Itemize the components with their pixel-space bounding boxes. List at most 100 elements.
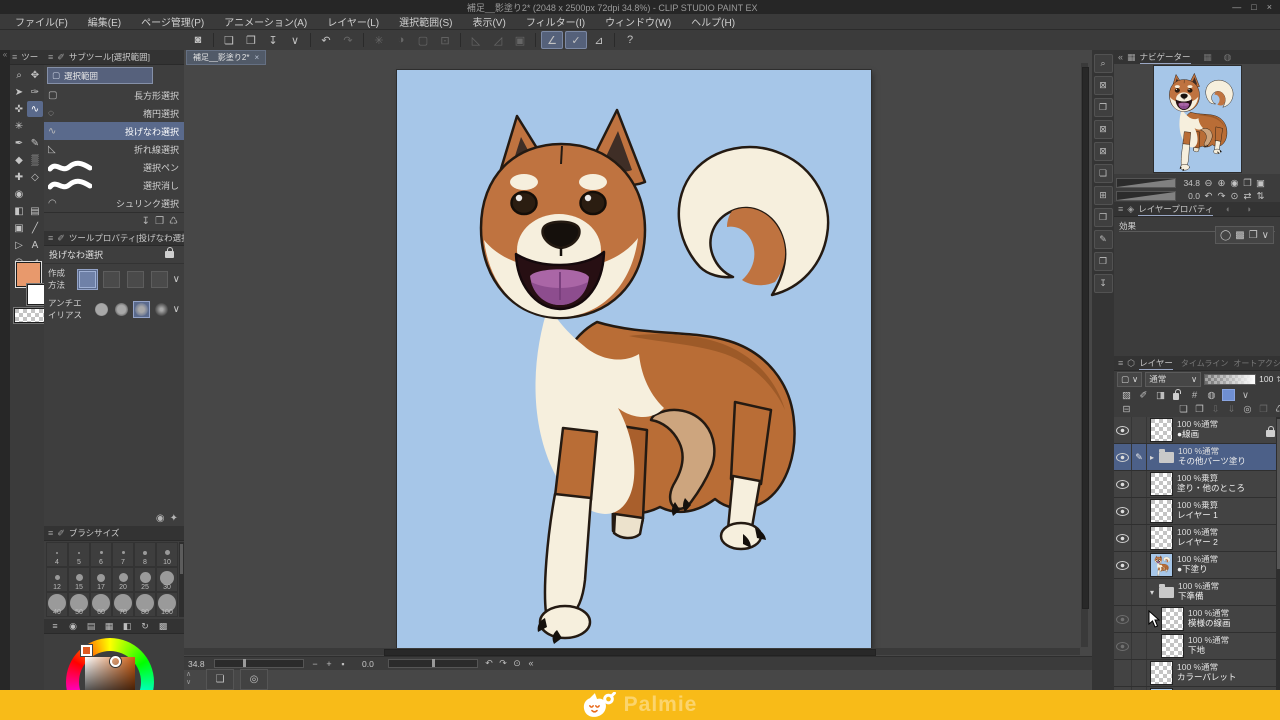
- color-slider-tab[interactable]: ▤: [84, 620, 98, 632]
- collapse-left-icon[interactable]: «: [3, 50, 7, 59]
- balloon-tool[interactable]: ▷: [11, 237, 27, 253]
- canvas-vscrollbar[interactable]: [1081, 63, 1088, 647]
- subtool-item-2[interactable]: ∿投げなわ選択: [44, 122, 184, 140]
- rotate-left-icon[interactable]: ↶: [482, 658, 496, 669]
- brush-size-60[interactable]: 60: [90, 592, 112, 617]
- palette-menu-icon[interactable]: ≡: [48, 620, 62, 632]
- redo-icon[interactable]: ↷: [338, 32, 358, 48]
- intermediate-color-tab[interactable]: ▩: [156, 620, 170, 632]
- tool-palette-tab[interactable]: ツー: [21, 51, 38, 63]
- close-button[interactable]: ×: [1267, 2, 1272, 12]
- document-tab[interactable]: 補足__影塗り2* ×: [186, 50, 266, 65]
- eyedropper-tool[interactable]: ✑: [27, 84, 43, 100]
- expand-arrow-icon[interactable]: ▾: [1150, 588, 1157, 597]
- layer-color-effect-icon[interactable]: ❐: [1249, 230, 1258, 241]
- navigator-thumbnail[interactable]: [1154, 66, 1241, 172]
- layer-visibility-toggle-7[interactable]: [1114, 606, 1132, 632]
- brush-tool[interactable]: ◆: [11, 152, 27, 168]
- brush-size-25[interactable]: 25: [134, 567, 156, 592]
- qa-duplicate-icon[interactable]: ❐: [1094, 252, 1113, 271]
- transfer-down-icon[interactable]: ⇩: [1209, 403, 1222, 415]
- snap-ruler-icon[interactable]: ∠: [541, 31, 563, 49]
- undo-icon[interactable]: ↶: [316, 32, 336, 48]
- layer-visibility-toggle-5[interactable]: [1114, 552, 1132, 578]
- subtool-item-0[interactable]: ▢長方形選択: [44, 86, 184, 104]
- dropdown-icon-0[interactable]: ∨: [173, 274, 180, 285]
- option-1-0[interactable]: [93, 301, 110, 318]
- brush-size-7[interactable]: 7: [112, 542, 134, 567]
- rotate-right-icon[interactable]: ↷: [496, 658, 510, 669]
- statusbar-edge-arrows[interactable]: ∧ ∨: [186, 671, 191, 686]
- layer-color-dd-icon[interactable]: ∨: [1239, 389, 1252, 401]
- clip-studio-icon[interactable]: ◙: [188, 32, 208, 48]
- deselect-icon[interactable]: ▢: [413, 32, 433, 48]
- nav-flip-v-icon[interactable]: ⇅: [1254, 190, 1267, 202]
- maximize-button[interactable]: □: [1251, 2, 1256, 12]
- edge-arrow-down[interactable]: ∨: [186, 679, 191, 687]
- layer-property-tab[interactable]: レイヤープロパティ: [1138, 203, 1213, 216]
- auto-select-tool[interactable]: ✳: [11, 118, 27, 134]
- new-folder-icon[interactable]: ❐: [1193, 403, 1206, 415]
- info-tab-icon[interactable]: ◍: [1221, 51, 1235, 63]
- rotate-reset-icon[interactable]: ⊙: [510, 658, 524, 669]
- clear-icon[interactable]: ✳: [369, 32, 389, 48]
- effect-dropdown-icon[interactable]: ∨: [1262, 230, 1269, 241]
- palette-color-dropdown[interactable]: ▢∨: [1117, 372, 1142, 387]
- clip-at-layer-icon[interactable]: ◨: [1154, 389, 1167, 401]
- zoom-tool[interactable]: ⌕: [11, 67, 27, 83]
- brush-size-70[interactable]: 70: [112, 592, 134, 617]
- layer-mask-icon[interactable]: ◎: [1241, 403, 1254, 415]
- subtool-menu-icon[interactable]: ≡: [48, 52, 53, 62]
- subview-tab-icon[interactable]: ▦: [1201, 51, 1215, 63]
- save-icon[interactable]: ↧: [263, 32, 283, 48]
- layer-color-chip-icon[interactable]: [1222, 389, 1235, 401]
- option-1-3[interactable]: [153, 301, 170, 318]
- layers-menu-icon[interactable]: ≡: [1118, 358, 1123, 368]
- navigator-collapse-icon[interactable]: «: [1118, 52, 1123, 62]
- opacity-stepper[interactable]: ⇅: [1276, 375, 1280, 384]
- figure-tool[interactable]: ╱: [27, 220, 43, 236]
- nav-zoom-out-icon[interactable]: ⊖: [1202, 177, 1215, 189]
- tool-palette-menu-icon[interactable]: ≡: [12, 52, 17, 62]
- nav-zoom-in-icon[interactable]: ⊕: [1215, 177, 1228, 189]
- opacity-slider[interactable]: [1204, 374, 1256, 385]
- layer-visibility-toggle-8[interactable]: [1114, 633, 1132, 659]
- subtool-item-5[interactable]: 選択消し: [44, 176, 184, 194]
- canvas-artwork[interactable]: [397, 70, 871, 648]
- snap-guide-icon[interactable]: ⊿: [589, 32, 609, 48]
- brush-size-4[interactable]: 4: [46, 542, 68, 567]
- subtool-group-tab[interactable]: ▢ 選択範囲: [47, 67, 153, 84]
- new-file-icon[interactable]: ❏: [219, 32, 239, 48]
- option-1-1[interactable]: [113, 301, 130, 318]
- menu-item-9[interactable]: ヘルプ(H): [682, 13, 744, 30]
- brush-size-80[interactable]: 80: [134, 592, 156, 617]
- new-layer-icon[interactable]: ❏: [1177, 403, 1190, 415]
- layer-row-3[interactable]: 100 %乗算レイヤー 1: [1114, 498, 1280, 525]
- qa-cut-icon[interactable]: ⊠: [1094, 120, 1113, 139]
- layer-row-8[interactable]: 100 %通常下地: [1114, 633, 1280, 660]
- delete-layer-icon[interactable]: ♺: [1273, 403, 1280, 415]
- secondary-icon[interactable]: ❒: [1257, 403, 1270, 415]
- layer-visibility-toggle-6[interactable]: [1114, 579, 1132, 605]
- add-subtool-icon[interactable]: ↧: [142, 216, 150, 227]
- subtool-item-4[interactable]: 選択ペン: [44, 158, 184, 176]
- nav-zoom-reset-icon[interactable]: ◉: [1228, 177, 1241, 189]
- brush-size-100[interactable]: 100: [156, 592, 178, 617]
- wrench-icon[interactable]: ✦: [170, 513, 178, 524]
- layer-visibility-toggle-0[interactable]: [1114, 417, 1132, 443]
- layers-scrollbar[interactable]: [1276, 417, 1280, 690]
- layers-tab[interactable]: レイヤー: [1139, 357, 1173, 370]
- nav-flip-h-icon[interactable]: ⇄: [1241, 190, 1254, 202]
- invert-select-icon[interactable]: ◑: [391, 32, 411, 48]
- fill-tool[interactable]: ◧: [11, 203, 27, 219]
- delete-subtool-icon[interactable]: ♺: [169, 216, 178, 227]
- menu-item-5[interactable]: 選択範囲(S): [390, 13, 461, 30]
- color-wheel-tab[interactable]: ◉: [66, 620, 80, 632]
- qa-copy-icon[interactable]: ❐: [1094, 98, 1113, 117]
- nav-actual-size-icon[interactable]: ▣: [1254, 177, 1267, 189]
- canvas-rotation-slider[interactable]: [388, 659, 478, 668]
- color-set-tab[interactable]: ▦: [102, 620, 116, 632]
- blend-mode-dropdown[interactable]: 通常∨: [1145, 372, 1201, 387]
- text-tool[interactable]: A: [27, 237, 43, 253]
- collapse-status-icon[interactable]: «: [524, 658, 538, 669]
